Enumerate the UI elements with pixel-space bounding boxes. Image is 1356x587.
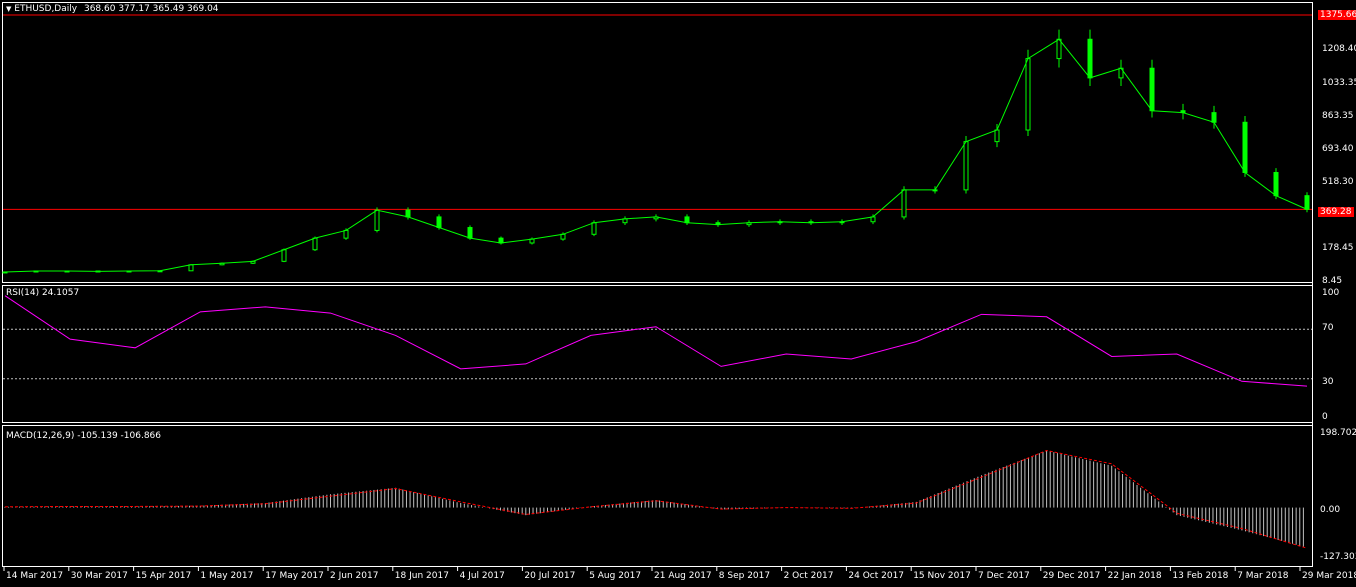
rsi-tick-label: 100 — [1322, 288, 1339, 298]
price-tick-label: 1033.35 — [1322, 78, 1356, 88]
date-tick-label: 15 Apr 2017 — [136, 571, 192, 581]
macd-series — [4, 450, 1308, 549]
rsi-tick-label: 0 — [1322, 412, 1328, 422]
rsi-tick-label: 30 — [1322, 377, 1334, 387]
trading-chart[interactable]: 1208.40 1033.35 863.35 693.40 518.30 178.45 8.… — [0, 0, 1356, 584]
candle — [560, 233, 566, 240]
candle — [901, 189, 907, 218]
date-tick-label: 4 Jul 2017 — [460, 571, 505, 581]
date-tick-label: 30 Mar 2017 — [71, 571, 128, 581]
high-price-tag: 1375.66 — [1318, 10, 1356, 20]
macd-tick-label: 198.702 — [1320, 428, 1356, 438]
macd-tick-label: -127.303 — [1320, 552, 1356, 562]
ohlc-label: 368.60 377.17 365.49 369.04 — [83, 4, 219, 14]
date-tick-label: 20 Jul 2017 — [524, 571, 575, 581]
price-series — [2, 14, 1312, 274]
rsi-line — [4, 295, 1308, 387]
candle — [870, 216, 876, 223]
date-tick-label: 1 May 2017 — [200, 571, 253, 581]
candle — [343, 229, 349, 239]
candle — [1273, 171, 1279, 197]
chevron-down-icon[interactable]: ▼ — [6, 5, 11, 13]
candle — [405, 209, 411, 218]
candle — [1149, 67, 1155, 112]
date-tick-label: 18 Jun 2017 — [395, 571, 449, 581]
date-tick-label: 29 Dec 2017 — [1043, 571, 1101, 581]
candle — [591, 222, 597, 235]
price-tick-label: 518.30 — [1322, 177, 1354, 187]
rsi-series — [3, 295, 1312, 387]
date-tick-label: 2 Oct 2017 — [784, 571, 834, 581]
rsi-tick-label: 70 — [1322, 323, 1334, 333]
rsi-pane-frame — [2, 285, 1313, 423]
date-tick-label: 7 Mar 2018 — [1237, 571, 1289, 581]
candle — [436, 216, 442, 229]
date-tick-label: 21 Aug 2017 — [654, 571, 712, 581]
candle — [498, 237, 504, 244]
macd-label: MACD(12,26,9) -105.139 -106.866 — [6, 431, 162, 441]
candle — [281, 249, 287, 262]
candle — [312, 237, 318, 251]
price-tick-label: 863.35 — [1322, 111, 1354, 121]
candle — [1025, 58, 1031, 131]
candle — [188, 264, 194, 272]
chart-canvas[interactable]: 1208.40 1033.35 863.35 693.40 518.30 178.45 8.… — [0, 0, 1356, 584]
symbol-label: ETHUSD,Daily — [14, 4, 78, 14]
macd-tick-label: 0.00 — [1320, 505, 1340, 515]
price-tick-label: 1208.40 — [1322, 44, 1356, 54]
candle — [374, 209, 380, 231]
rsi-label: RSI(14) 24.1057 — [6, 288, 80, 298]
low-price-tag: 369.28 — [1318, 207, 1354, 217]
price-tick-label: 693.40 — [1322, 144, 1354, 154]
candle — [467, 227, 473, 239]
candle — [994, 129, 1000, 143]
candle — [684, 216, 690, 224]
price-tick-label: 8.45 — [1322, 276, 1342, 286]
date-tick-label: 7 Dec 2017 — [978, 571, 1030, 581]
price-close-line — [4, 38, 1308, 273]
date-tick-label: 22 Jan 2018 — [1108, 571, 1162, 581]
date-tick-label: 5 Aug 2017 — [589, 571, 641, 581]
date-tick-label: 13 Feb 2018 — [1172, 571, 1228, 581]
candle — [1242, 121, 1248, 173]
candle — [1056, 38, 1062, 60]
date-tick-label: 15 Nov 2017 — [913, 571, 971, 581]
price-pane-frame — [2, 2, 1313, 283]
candle — [1304, 195, 1310, 210]
candle — [963, 141, 969, 191]
symbol-header[interactable]: ▼ ETHUSD,Daily 368.60 377.17 365.49 369.… — [6, 4, 219, 14]
candle — [1087, 38, 1093, 79]
date-tick-label: 2 Jun 2017 — [330, 571, 378, 581]
date-tick-label: 14 Mar 2017 — [6, 571, 63, 581]
candle — [1211, 112, 1217, 123]
date-tick-label: 24 Oct 2017 — [848, 571, 904, 581]
price-tick-label: 178.45 — [1322, 243, 1354, 253]
axis-ticks: 1208.40 1033.35 863.35 693.40 518.30 178.45 8.… — [3, 44, 1356, 581]
date-tick-label: 8 Sep 2017 — [719, 571, 770, 581]
date-tick-label: 17 May 2017 — [265, 571, 324, 581]
date-tick-label: 29 Mar 2018 — [1302, 571, 1356, 581]
macd-pane-frame — [2, 425, 1313, 567]
